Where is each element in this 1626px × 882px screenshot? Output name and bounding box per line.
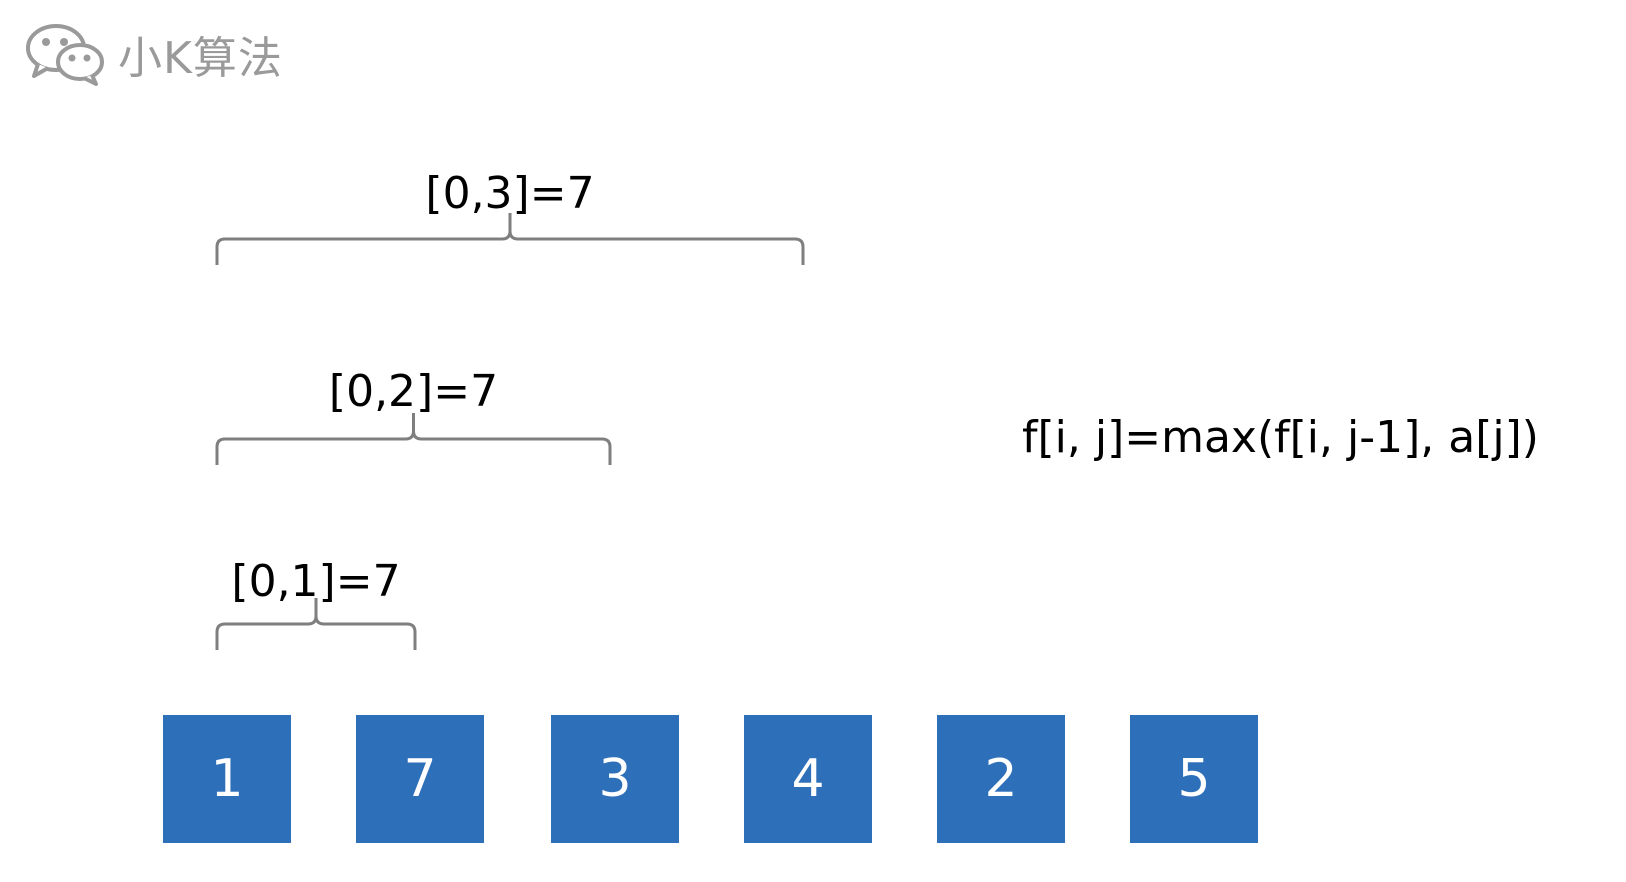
array-cell: 5 [1130,715,1258,843]
range-brace [215,413,612,465]
diagram: [0,1]=7 [0,2]=7 [0,3]=7 f[i, j]=max(f[i, j… [0,0,1626,882]
range-label: [0,2]=7 [328,366,499,417]
array-cell: 2 [937,715,1065,843]
array-cell: 3 [551,715,679,843]
array-cell: 1 [163,715,291,843]
range-brace [215,213,805,265]
range-label: [0,1]=7 [231,556,401,607]
array-cell: 4 [744,715,872,843]
range-label: [0,3]=7 [425,168,595,219]
array-cell: 7 [356,715,484,843]
recurrence-formula: f[i, j]=max(f[i, j-1], a[j]) [1022,412,1539,463]
